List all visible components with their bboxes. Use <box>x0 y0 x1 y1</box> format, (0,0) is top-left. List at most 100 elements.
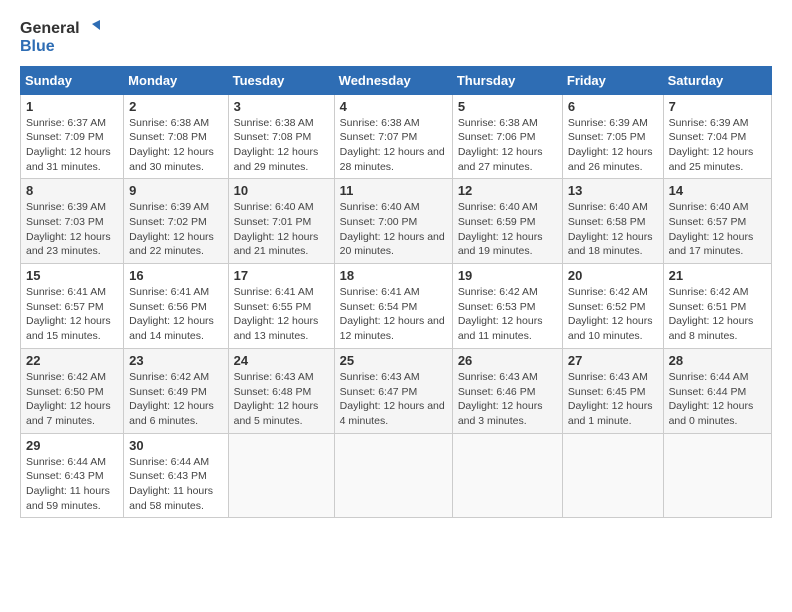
calendar-cell: 6 Sunrise: 6:39 AMSunset: 7:05 PMDayligh… <box>562 94 663 179</box>
day-detail: Sunrise: 6:37 AMSunset: 7:09 PMDaylight:… <box>26 117 111 173</box>
day-detail: Sunrise: 6:43 AMSunset: 6:46 PMDaylight:… <box>458 371 543 427</box>
calendar-cell: 13 Sunrise: 6:40 AMSunset: 6:58 PMDaylig… <box>562 179 663 264</box>
day-detail: Sunrise: 6:40 AMSunset: 6:57 PMDaylight:… <box>669 201 754 257</box>
weekday-header-monday: Monday <box>124 66 228 94</box>
day-detail: Sunrise: 6:42 AMSunset: 6:49 PMDaylight:… <box>129 371 214 427</box>
day-number: 4 <box>340 99 447 114</box>
day-detail: Sunrise: 6:44 AMSunset: 6:43 PMDaylight:… <box>129 456 213 512</box>
day-number: 24 <box>234 353 329 368</box>
day-detail: Sunrise: 6:42 AMSunset: 6:52 PMDaylight:… <box>568 286 653 342</box>
calendar-cell: 3 Sunrise: 6:38 AMSunset: 7:08 PMDayligh… <box>228 94 334 179</box>
day-detail: Sunrise: 6:40 AMSunset: 6:59 PMDaylight:… <box>458 201 543 257</box>
day-number: 5 <box>458 99 557 114</box>
weekday-header-sunday: Sunday <box>21 66 124 94</box>
calendar-cell: 24 Sunrise: 6:43 AMSunset: 6:48 PMDaylig… <box>228 348 334 433</box>
day-detail: Sunrise: 6:39 AMSunset: 7:02 PMDaylight:… <box>129 201 214 257</box>
calendar-cell: 29 Sunrise: 6:44 AMSunset: 6:43 PMDaylig… <box>21 433 124 518</box>
day-number: 16 <box>129 268 222 283</box>
week-row-5: 29 Sunrise: 6:44 AMSunset: 6:43 PMDaylig… <box>21 433 772 518</box>
weekday-header-thursday: Thursday <box>452 66 562 94</box>
day-number: 9 <box>129 183 222 198</box>
day-detail: Sunrise: 6:39 AMSunset: 7:04 PMDaylight:… <box>669 117 754 173</box>
calendar-cell: 18 Sunrise: 6:41 AMSunset: 6:54 PMDaylig… <box>334 264 452 349</box>
weekday-header-row: SundayMondayTuesdayWednesdayThursdayFrid… <box>21 66 772 94</box>
day-detail: Sunrise: 6:43 AMSunset: 6:48 PMDaylight:… <box>234 371 319 427</box>
calendar-cell <box>334 433 452 518</box>
day-number: 8 <box>26 183 118 198</box>
day-detail: Sunrise: 6:39 AMSunset: 7:03 PMDaylight:… <box>26 201 111 257</box>
day-detail: Sunrise: 6:38 AMSunset: 7:08 PMDaylight:… <box>234 117 319 173</box>
calendar-cell: 16 Sunrise: 6:41 AMSunset: 6:56 PMDaylig… <box>124 264 228 349</box>
day-number: 3 <box>234 99 329 114</box>
week-row-1: 1 Sunrise: 6:37 AMSunset: 7:09 PMDayligh… <box>21 94 772 179</box>
calendar-cell <box>228 433 334 518</box>
day-number: 27 <box>568 353 658 368</box>
calendar-cell: 10 Sunrise: 6:40 AMSunset: 7:01 PMDaylig… <box>228 179 334 264</box>
day-number: 7 <box>669 99 766 114</box>
calendar-cell: 23 Sunrise: 6:42 AMSunset: 6:49 PMDaylig… <box>124 348 228 433</box>
weekday-header-wednesday: Wednesday <box>334 66 452 94</box>
weekday-header-tuesday: Tuesday <box>228 66 334 94</box>
calendar-cell: 19 Sunrise: 6:42 AMSunset: 6:53 PMDaylig… <box>452 264 562 349</box>
day-number: 18 <box>340 268 447 283</box>
weekday-header-friday: Friday <box>562 66 663 94</box>
day-detail: Sunrise: 6:38 AMSunset: 7:07 PMDaylight:… <box>340 117 445 173</box>
calendar-cell: 15 Sunrise: 6:41 AMSunset: 6:57 PMDaylig… <box>21 264 124 349</box>
calendar-cell: 1 Sunrise: 6:37 AMSunset: 7:09 PMDayligh… <box>21 94 124 179</box>
day-detail: Sunrise: 6:44 AMSunset: 6:44 PMDaylight:… <box>669 371 754 427</box>
day-number: 2 <box>129 99 222 114</box>
logo-wrapper: General Blue <box>20 20 100 56</box>
day-detail: Sunrise: 6:44 AMSunset: 6:43 PMDaylight:… <box>26 456 110 512</box>
day-number: 30 <box>129 438 222 453</box>
calendar-cell: 25 Sunrise: 6:43 AMSunset: 6:47 PMDaylig… <box>334 348 452 433</box>
calendar-cell: 7 Sunrise: 6:39 AMSunset: 7:04 PMDayligh… <box>663 94 771 179</box>
page-header: General Blue <box>20 20 772 56</box>
weekday-header-saturday: Saturday <box>663 66 771 94</box>
calendar-cell <box>452 433 562 518</box>
calendar-cell: 11 Sunrise: 6:40 AMSunset: 7:00 PMDaylig… <box>334 179 452 264</box>
calendar-cell: 8 Sunrise: 6:39 AMSunset: 7:03 PMDayligh… <box>21 179 124 264</box>
calendar-cell: 27 Sunrise: 6:43 AMSunset: 6:45 PMDaylig… <box>562 348 663 433</box>
calendar-table: SundayMondayTuesdayWednesdayThursdayFrid… <box>20 66 772 519</box>
day-number: 23 <box>129 353 222 368</box>
day-number: 12 <box>458 183 557 198</box>
calendar-cell: 26 Sunrise: 6:43 AMSunset: 6:46 PMDaylig… <box>452 348 562 433</box>
day-detail: Sunrise: 6:43 AMSunset: 6:47 PMDaylight:… <box>340 371 445 427</box>
day-number: 14 <box>669 183 766 198</box>
day-number: 1 <box>26 99 118 114</box>
day-detail: Sunrise: 6:40 AMSunset: 6:58 PMDaylight:… <box>568 201 653 257</box>
calendar-cell: 5 Sunrise: 6:38 AMSunset: 7:06 PMDayligh… <box>452 94 562 179</box>
day-detail: Sunrise: 6:42 AMSunset: 6:53 PMDaylight:… <box>458 286 543 342</box>
logo-blue: Blue <box>20 38 100 56</box>
day-detail: Sunrise: 6:41 AMSunset: 6:54 PMDaylight:… <box>340 286 445 342</box>
calendar-cell: 30 Sunrise: 6:44 AMSunset: 6:43 PMDaylig… <box>124 433 228 518</box>
day-number: 15 <box>26 268 118 283</box>
calendar-cell <box>663 433 771 518</box>
calendar-cell: 22 Sunrise: 6:42 AMSunset: 6:50 PMDaylig… <box>21 348 124 433</box>
day-number: 11 <box>340 183 447 198</box>
calendar-cell <box>562 433 663 518</box>
day-number: 28 <box>669 353 766 368</box>
week-row-2: 8 Sunrise: 6:39 AMSunset: 7:03 PMDayligh… <box>21 179 772 264</box>
day-detail: Sunrise: 6:40 AMSunset: 7:00 PMDaylight:… <box>340 201 445 257</box>
day-number: 6 <box>568 99 658 114</box>
logo: General Blue <box>20 20 100 56</box>
week-row-3: 15 Sunrise: 6:41 AMSunset: 6:57 PMDaylig… <box>21 264 772 349</box>
day-detail: Sunrise: 6:38 AMSunset: 7:08 PMDaylight:… <box>129 117 214 173</box>
day-number: 25 <box>340 353 447 368</box>
calendar-cell: 9 Sunrise: 6:39 AMSunset: 7:02 PMDayligh… <box>124 179 228 264</box>
logo-general: General <box>20 20 80 38</box>
week-row-4: 22 Sunrise: 6:42 AMSunset: 6:50 PMDaylig… <box>21 348 772 433</box>
day-detail: Sunrise: 6:42 AMSunset: 6:51 PMDaylight:… <box>669 286 754 342</box>
day-detail: Sunrise: 6:43 AMSunset: 6:45 PMDaylight:… <box>568 371 653 427</box>
day-number: 10 <box>234 183 329 198</box>
calendar-cell: 14 Sunrise: 6:40 AMSunset: 6:57 PMDaylig… <box>663 179 771 264</box>
day-number: 21 <box>669 268 766 283</box>
day-number: 19 <box>458 268 557 283</box>
logo-bird-icon <box>82 20 100 38</box>
day-detail: Sunrise: 6:41 AMSunset: 6:55 PMDaylight:… <box>234 286 319 342</box>
day-detail: Sunrise: 6:40 AMSunset: 7:01 PMDaylight:… <box>234 201 319 257</box>
calendar-cell: 20 Sunrise: 6:42 AMSunset: 6:52 PMDaylig… <box>562 264 663 349</box>
day-detail: Sunrise: 6:38 AMSunset: 7:06 PMDaylight:… <box>458 117 543 173</box>
day-detail: Sunrise: 6:42 AMSunset: 6:50 PMDaylight:… <box>26 371 111 427</box>
